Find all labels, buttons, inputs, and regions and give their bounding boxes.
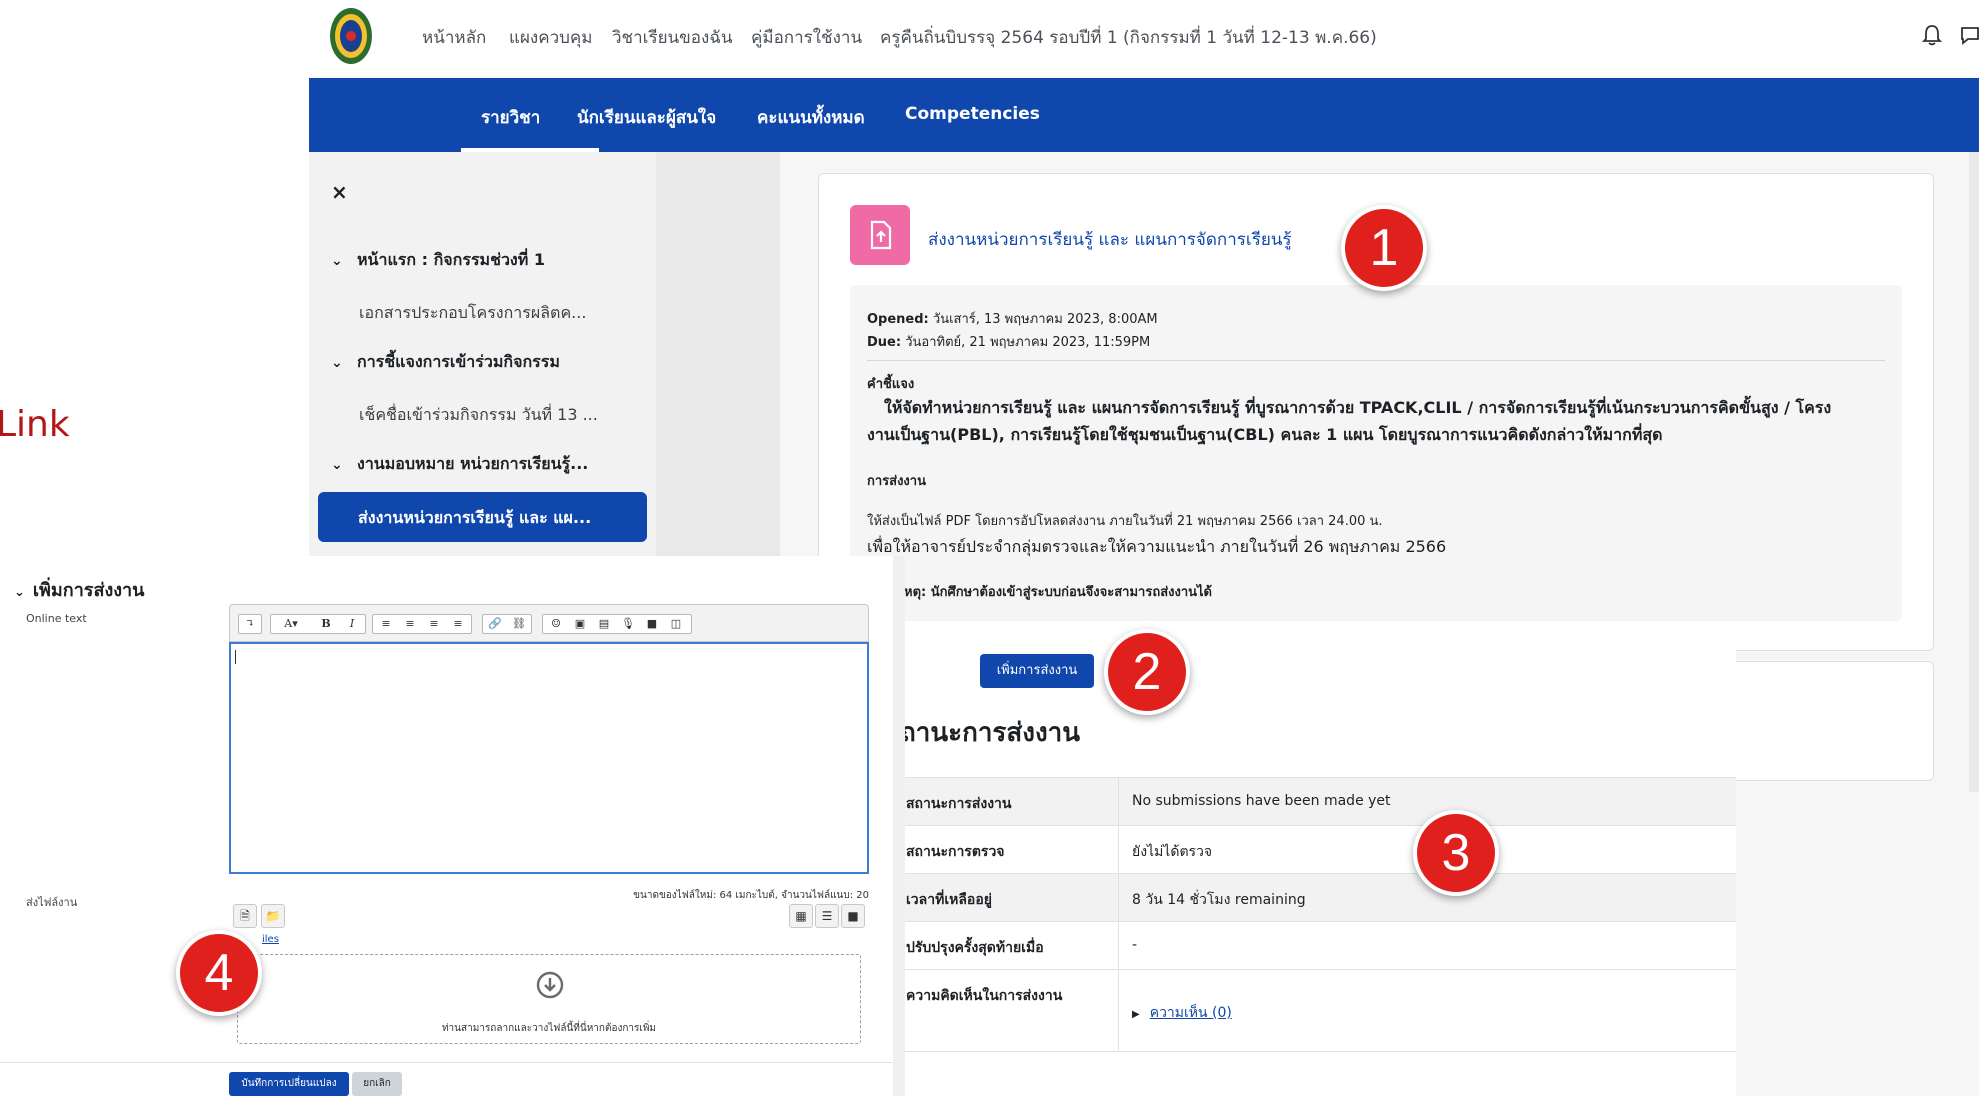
add-submission-button[interactable]: เพิ่มการส่งงาน [980, 654, 1094, 688]
file-submissions-label: ส่งไฟล์งาน [26, 896, 78, 909]
bullet-list-button[interactable]: ≡ [375, 615, 397, 633]
link-icon[interactable]: 🔗 [484, 615, 506, 633]
divider [900, 1051, 1736, 1052]
chevron-down-icon[interactable]: ⌄ [331, 355, 349, 371]
nav-home[interactable]: หน้าหลัก [422, 24, 486, 51]
microphone-icon[interactable]: 🎙 [617, 615, 639, 633]
download-arrow-icon [536, 971, 564, 999]
course-tab-bar: รายวิชา นักเรียนและผู้สนใจ คะแนนทั้งหมด … [309, 78, 1979, 152]
status-row: ปรับปรุงครั้งสุดท้ายเมื่อ - [900, 921, 1736, 969]
unlink-icon[interactable]: ⛓ [508, 615, 530, 633]
grid-view-icon[interactable]: ▦ [789, 904, 813, 928]
toolbar-group: A▾ B I [270, 614, 366, 634]
file-drop-zone[interactable]: ท่านสามารถลากและวางไฟล์นี้ที่นี่หากต้องก… [237, 954, 861, 1044]
section-orientation[interactable]: ⌄ การชี้แจงการเข้าร่วมกิจกรรม [331, 350, 560, 375]
status-row: สถานะการตรวจ ยังไม่ได้ตรวจ [900, 825, 1736, 873]
cancel-button[interactable]: ยกเลิก [352, 1072, 402, 1096]
files-path-link[interactable]: iles [262, 934, 279, 945]
chevron-right-icon[interactable]: ▶ [1132, 1009, 1140, 1020]
copy-icon[interactable]: ◫ [665, 615, 687, 633]
add-file-icon[interactable]: 🗎 [233, 904, 257, 928]
instructions-heading: คำชี้แจง [867, 377, 915, 392]
due-date: Due: วันอาทิตย์, 21 พฤษภาคม 2023, 11:59P… [867, 335, 1151, 350]
form-panel-edge [893, 556, 905, 1096]
submission-line-1: ให้ส่งเป็นไฟล์ PDF โดยการอัปโหลดส่งงาน ภ… [867, 514, 1383, 529]
section-assignment[interactable]: ⌄ งานมอบหมาย หน่วยการเรียนรู้... [331, 452, 588, 477]
media-icon[interactable]: ▤ [593, 615, 615, 633]
callout-badge-4: 4 [176, 930, 262, 1016]
status-row: สถานะการส่งงาน No submissions have been … [900, 777, 1736, 825]
tree-view-icon[interactable]: ■ [841, 904, 865, 928]
online-text-label: Online text [26, 612, 87, 625]
bell-icon[interactable] [1921, 23, 1943, 47]
callout-badge-1: 1 [1341, 205, 1427, 291]
italic-button[interactable]: I [341, 615, 363, 633]
login-note: หตุ: นักศึกษาต้องเข้าสู่ระบบก่อนจึงจะสาม… [904, 585, 1213, 600]
callout-badge-2: 2 [1104, 629, 1190, 715]
assignment-icon [850, 205, 910, 265]
activity-documents[interactable]: เอกสารประกอบโครงการผลิตค... [359, 301, 586, 326]
callout-badge-3: 3 [1413, 810, 1499, 896]
save-changes-button[interactable]: บันทึกการเปลี่ยนแปลง [229, 1072, 349, 1096]
list-view-icon[interactable]: ☰ [815, 904, 839, 928]
chevron-down-icon[interactable]: ⌄ [331, 253, 349, 269]
assignment-title: ส่งงานหน่วยการเรียนรู้ และ แผนการจัดการเ… [928, 230, 1292, 250]
tab-course[interactable]: รายวิชา [481, 104, 540, 131]
toolbar-group: ≡ ≡ ≡ ≡ [372, 614, 472, 634]
submission-heading: การส่งงาน [867, 474, 926, 489]
course-index-drawer: × ⌄ หน้าแรก : กิจกรรมช่วงที่ 1 เอกสารประก… [309, 152, 656, 556]
image-icon[interactable]: ▣ [569, 615, 591, 633]
instructions-line-2: งานเป็นฐาน(PBL), การเรียนรู้โดยใช้ชุมชนเ… [867, 425, 1663, 444]
comments-link[interactable]: ▶ ความเห็น (0) [1132, 1002, 1232, 1024]
toolbar-group: ☺ ▣ ▤ 🎙 ■ ◫ [542, 614, 692, 634]
close-drawer-icon[interactable]: × [331, 180, 348, 204]
top-navbar: หน้าหลัก แผงควบคุม วิชาเรียนของฉัน คู่มื… [309, 0, 1979, 78]
link-text-fragment: Link [0, 404, 70, 445]
chevron-down-icon[interactable]: ⌄ [331, 457, 349, 473]
divider [867, 360, 1885, 361]
online-text-editor[interactable] [229, 642, 869, 874]
numbered-list-button[interactable]: ≡ [399, 615, 421, 633]
add-submission-heading[interactable]: ⌄ เพิ่มการส่งงาน [14, 575, 144, 604]
text-caret [235, 650, 236, 664]
opened-date: Opened: วันเสาร์, 13 พฤษภาคม 2023, 8:00A… [867, 312, 1158, 327]
chat-icon[interactable] [1959, 23, 1979, 47]
status-row: ความคิดเห็นในการส่งงาน ▶ ความเห็น (0) [900, 969, 1736, 1051]
outdent-button[interactable]: ≡ [423, 615, 445, 633]
create-folder-icon[interactable]: 📁 [261, 904, 285, 928]
activity-attendance[interactable]: เช็คชื่อเข้าร่วมกิจกรรม วันที่ 13 ... [359, 403, 598, 428]
nav-my-courses[interactable]: วิชาเรียนของฉัน [612, 24, 733, 51]
collapse-toolbar-button[interactable]: ↴ [239, 615, 261, 633]
indent-button[interactable]: ≡ [447, 615, 469, 633]
section-home[interactable]: ⌄ หน้าแรก : กิจกรรมช่วงที่ 1 [331, 248, 545, 273]
toolbar-group: 🔗 ⛓ [482, 614, 532, 634]
divider [0, 1062, 893, 1063]
tab-competencies[interactable]: Competencies [905, 104, 1040, 124]
nav-manual[interactable]: คู่มือการใช้งาน [751, 24, 862, 51]
filepicker-toolbar: 🗎 📁 ▦ ☰ ■ [229, 902, 869, 932]
university-logo[interactable] [329, 6, 373, 66]
chevron-down-icon[interactable]: ⌄ [14, 585, 25, 600]
status-row: เวลาที่เหลืออยู่ 8 วัน 14 ชั่วโมง remain… [900, 873, 1736, 921]
max-file-size-text: ขนาดของไฟล์ใหม่: 64 เมกะไบต์, จำนวนไฟล์แ… [633, 890, 869, 901]
video-icon[interactable]: ■ [641, 615, 663, 633]
emoji-icon[interactable]: ☺ [545, 615, 567, 633]
tab-grades[interactable]: คะแนนทั้งหมด [757, 104, 865, 131]
instructions-line-1: ให้จัดทำหน่วยการเรียนรู้ และ แผนการจัดกา… [884, 398, 1832, 417]
drop-zone-text: ท่านสามารถลากและวางไฟล์นี้ที่นี่หากต้องก… [441, 1023, 657, 1034]
toolbar-group: ↴ [238, 614, 262, 634]
drawer-gutter [656, 152, 780, 556]
nav-current-course[interactable]: ครูคืนถิ่นบิบรรจุ 2564 รอบปีที่ 1 (กิจกร… [880, 24, 1377, 51]
activity-submit-current[interactable]: ส่งงานหน่วยการเรียนรู้ และ แผ... [318, 492, 647, 542]
page-scrollbar[interactable] [1969, 152, 1979, 792]
submission-status-heading: ถานะการส่งงาน [900, 718, 1081, 748]
nav-dashboard[interactable]: แผงควบคุม [509, 24, 593, 51]
tab-participants[interactable]: นักเรียนและผู้สนใจ [577, 104, 716, 131]
editor-toolbar: ↴ A▾ B I ≡ ≡ ≡ ≡ 🔗 ⛓ ☺ ▣ ▤ 🎙 ■ ◫ [229, 604, 869, 642]
font-style-button[interactable]: A▾ [271, 615, 311, 633]
submission-line-2: เพื่อให้อาจารย์ประจำกลุ่มตรวจและให้ความแ… [867, 537, 1447, 556]
bold-button[interactable]: B [315, 615, 337, 633]
